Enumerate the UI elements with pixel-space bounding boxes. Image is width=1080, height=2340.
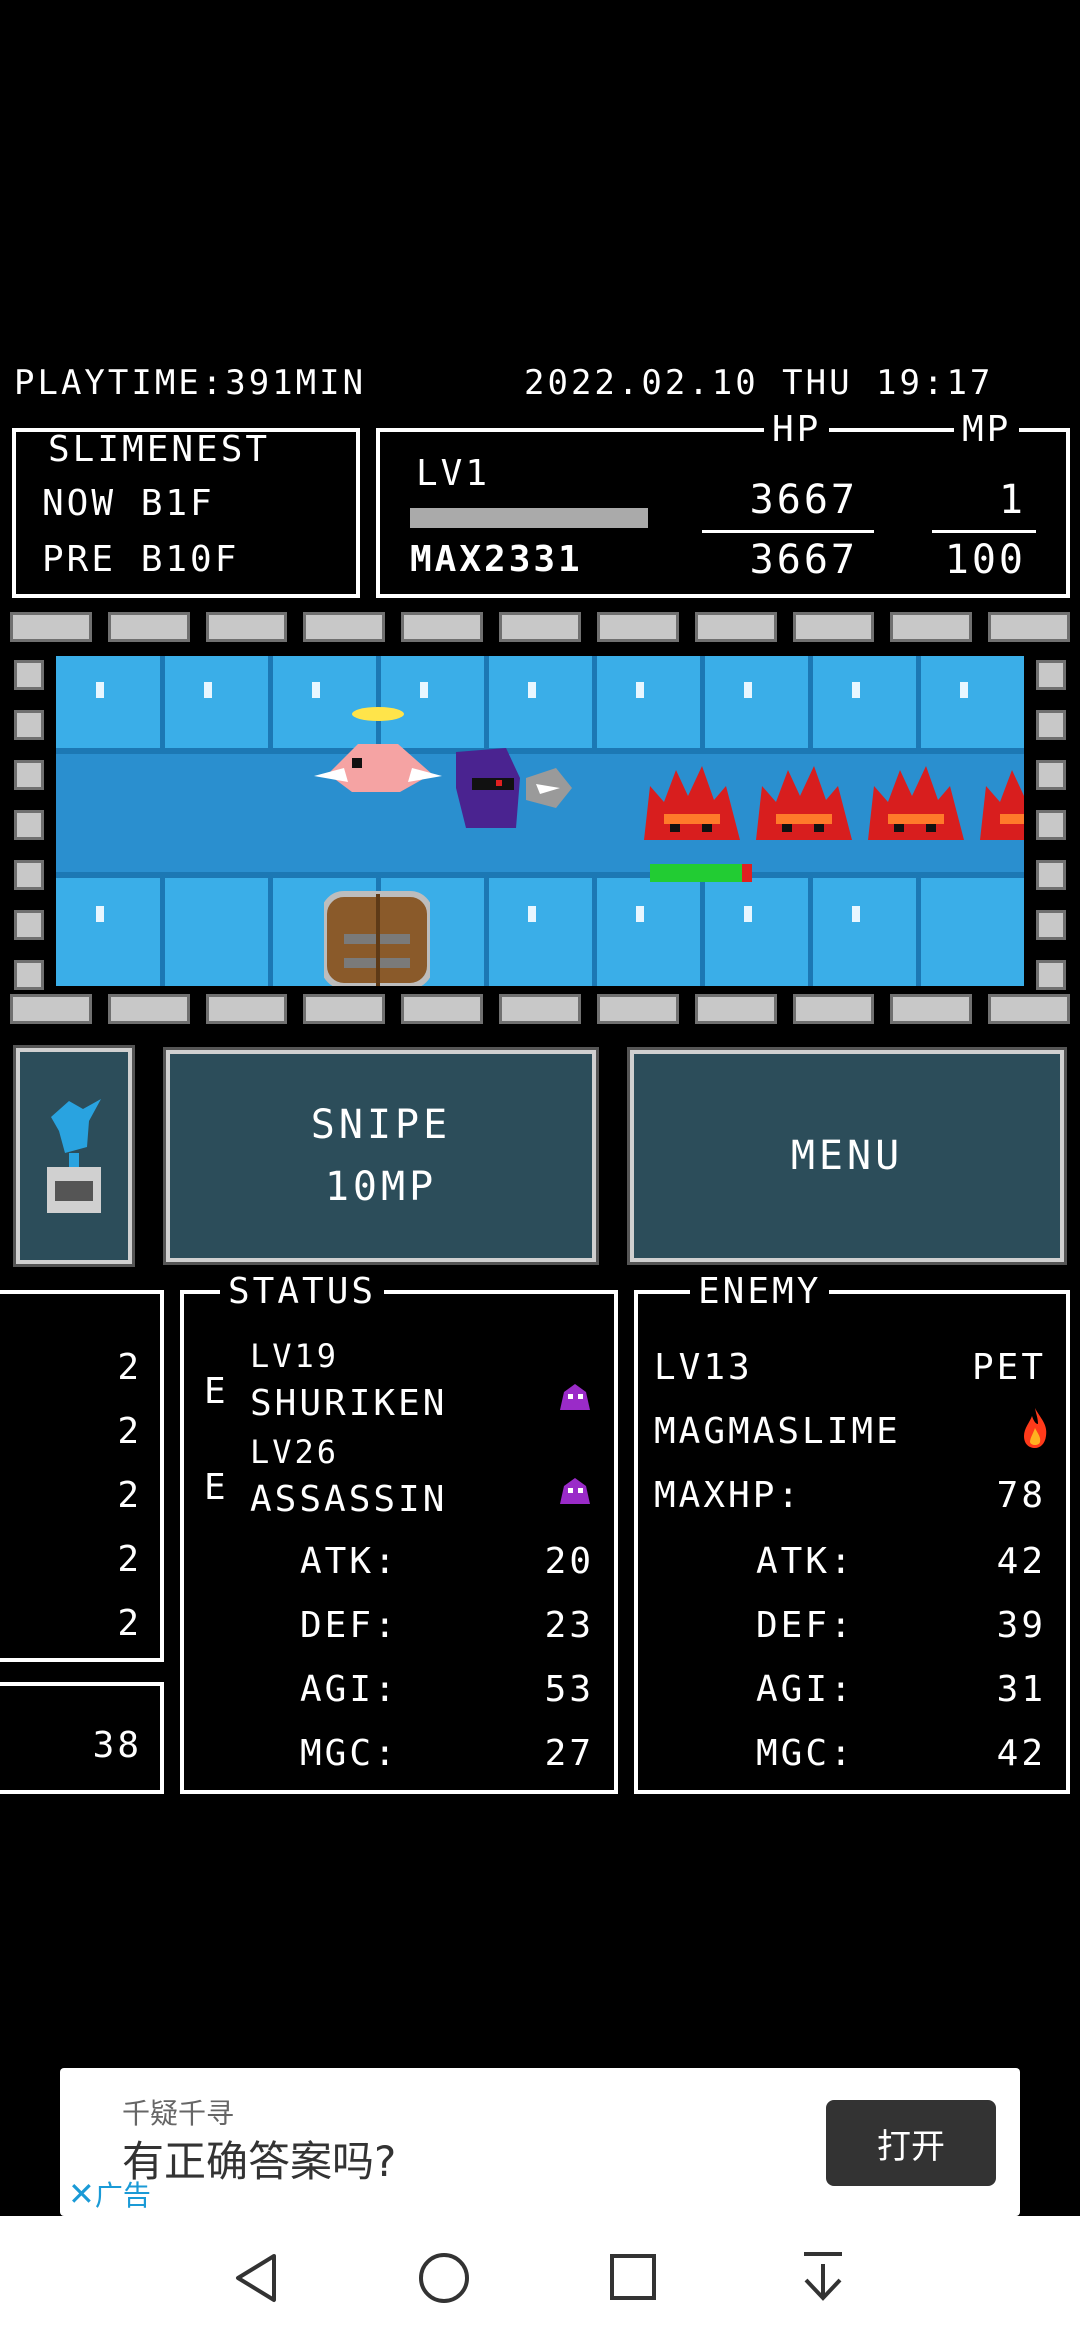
enemy-maxhp-label: MAXHP: <box>654 1475 803 1516</box>
stat-label: ATK: <box>300 1541 399 1582</box>
left-value: 2 <box>117 1347 142 1388</box>
wall-bottom <box>10 994 1070 1024</box>
enemy-panel: ENEMY LV13 PET MAGMASLIME MAXHP: 78 ATK:… <box>634 1274 1070 1794</box>
location-title: SLIMENEST <box>48 429 271 470</box>
hp-max: 3667 <box>749 537 858 583</box>
snipe-cost: 10MP <box>324 1164 438 1210</box>
location-now: NOW B1F <box>42 483 215 524</box>
navigation-bar <box>0 2216 1080 2340</box>
ad-banner[interactable]: 千疑千寻 有正确答案吗? ✕广告 打开 <box>60 2068 1020 2216</box>
stat-value: 20 <box>544 1541 594 1582</box>
equip-name: SHURIKEN <box>250 1383 448 1424</box>
fire-icon <box>1024 1408 1047 1448</box>
stat-label: DEF: <box>300 1605 399 1646</box>
snipe-button[interactable]: SNIPE 10MP <box>163 1047 599 1265</box>
menu-button[interactable]: MENU <box>627 1047 1067 1265</box>
game-scene[interactable] <box>0 606 1080 1030</box>
enemy-hp-bar <box>650 864 752 882</box>
purple-slime-icon <box>560 1478 590 1504</box>
download-icon[interactable] <box>798 2248 848 2306</box>
home-icon[interactable] <box>416 2250 472 2306</box>
hp-current: 3667 <box>749 477 858 523</box>
status-panel: STATUS E LV19 SHURIKEN E LV26 ASSASSIN A… <box>180 1274 618 1794</box>
close-icon[interactable]: ✕ <box>68 2175 95 2213</box>
playtime-text: PLAYTIME:391MIN <box>14 363 367 403</box>
mp-max: 100 <box>944 537 1026 583</box>
mp-label: MP <box>954 412 1020 448</box>
left-extra-panel: 38 <box>0 1682 164 1794</box>
stat-value: 23 <box>544 1605 594 1646</box>
equip-level: LV19 <box>250 1337 340 1375</box>
equip-level: LV26 <box>250 1433 340 1471</box>
stat-label: AGI: <box>300 1669 399 1710</box>
mp-divider <box>932 530 1036 533</box>
location-panel: SLIMENEST NOW B1F PRE B10F <box>12 428 360 598</box>
snipe-label: SNIPE <box>310 1102 452 1148</box>
left-stats-panel: 2 2 2 2 2 <box>0 1290 164 1662</box>
door-icon[interactable] <box>324 874 430 986</box>
hp-label: HP <box>764 412 830 448</box>
menu-label: MENU <box>790 1133 904 1179</box>
enemy-stat-value: 42 <box>996 1733 1046 1774</box>
item-slot-button[interactable] <box>13 1045 135 1267</box>
ninja-character-icon[interactable] <box>446 738 576 838</box>
magma-slime-icon[interactable] <box>644 756 1024 846</box>
enemy-stat-label: ATK: <box>756 1541 855 1582</box>
datetime-text: 2022.02.10 THU 19:17 <box>524 363 994 403</box>
bird-statue-icon <box>47 1099 101 1213</box>
ad-title: 有正确答案吗? <box>122 2137 397 2186</box>
enemy-hp-fill <box>650 864 742 882</box>
ad-tag-label: 广告 <box>94 2179 151 2212</box>
enemy-level: LV13 <box>654 1347 753 1388</box>
equip-marker: E <box>204 1467 229 1508</box>
enemy-stat-label: MGC: <box>756 1733 855 1774</box>
ad-tag[interactable]: ✕广告 <box>68 2174 151 2214</box>
enemy-stat-value: 31 <box>996 1669 1046 1710</box>
left-value: 2 <box>117 1475 142 1516</box>
wall-left <box>14 660 44 990</box>
wall-right <box>1036 660 1066 990</box>
left-value: 2 <box>117 1539 142 1580</box>
stat-value: 27 <box>544 1733 594 1774</box>
location-pre: PRE B10F <box>42 539 240 580</box>
recents-icon[interactable] <box>608 2252 658 2302</box>
purple-slime-icon <box>560 1384 590 1410</box>
stat-label: MGC: <box>300 1733 399 1774</box>
enemy-tag: PET <box>971 1347 1046 1388</box>
left-extra-value: 38 <box>92 1725 142 1766</box>
mp-current: 1 <box>998 477 1026 523</box>
hp-divider <box>702 530 874 533</box>
ad-source: 千疑千寻 <box>122 2097 235 2130</box>
enemy-stat-value: 42 <box>996 1541 1046 1582</box>
enemy-stat-label: AGI: <box>756 1669 855 1710</box>
player-level: LV1 <box>416 453 491 494</box>
stat-value: 53 <box>544 1669 594 1710</box>
player-panel: LV1 MAX2331 HP MP 3667 3667 1 100 <box>376 412 1070 598</box>
equip-name: ASSASSIN <box>250 1479 448 1520</box>
ad-open-button[interactable]: 打开 <box>826 2100 996 2186</box>
enemy-maxhp: 78 <box>996 1475 1046 1516</box>
exp-bar <box>410 508 648 528</box>
pink-slime-icon[interactable] <box>308 704 448 814</box>
exp-max: MAX2331 <box>410 539 583 580</box>
status-title: STATUS <box>220 1274 385 1310</box>
enemy-stat-label: DEF: <box>756 1605 855 1646</box>
left-value: 2 <box>117 1411 142 1452</box>
back-icon[interactable] <box>230 2250 282 2306</box>
equip-marker: E <box>204 1371 229 1412</box>
enemy-name: MAGMASLIME <box>654 1411 901 1452</box>
enemy-title: ENEMY <box>690 1274 830 1310</box>
left-value: 2 <box>117 1603 142 1644</box>
wall-top <box>10 612 1070 642</box>
enemy-stat-value: 39 <box>996 1605 1046 1646</box>
